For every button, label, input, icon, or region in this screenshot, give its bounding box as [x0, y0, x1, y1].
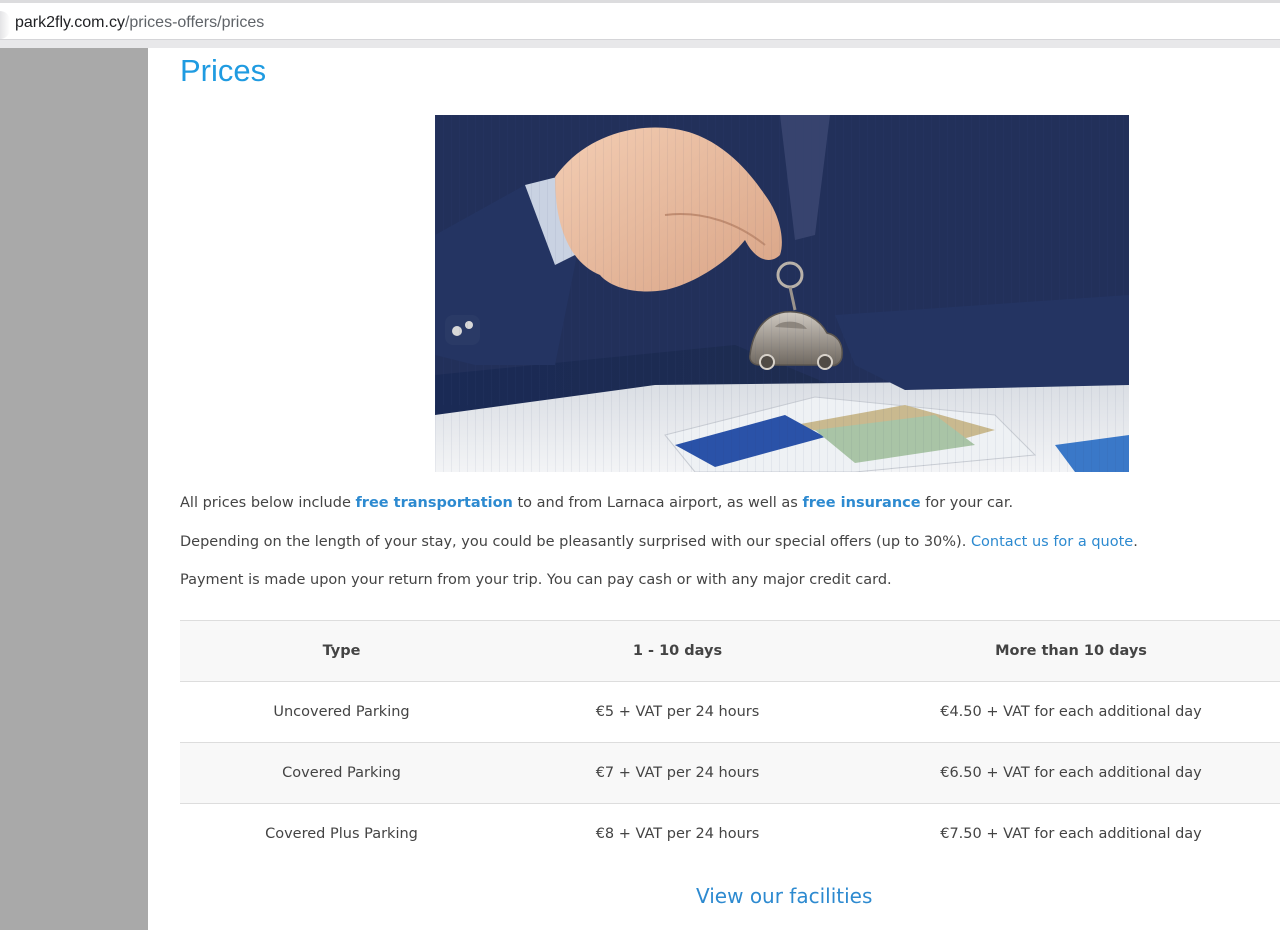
browser-toolbar-divider [0, 39, 1280, 48]
free-transportation-highlight: free transportation [355, 495, 513, 511]
intro-paragraph-transport: All prices below include free transporta… [180, 495, 1013, 511]
page-title: Prices [180, 53, 267, 88]
table-cell-type: Uncovered Parking [180, 681, 503, 743]
intro-paragraph-payment: Payment is made upon your return from yo… [180, 572, 892, 588]
intro-text: Depending on the length of your stay, yo… [180, 534, 971, 550]
main-content: Prices All prices below include free tra… [148, 48, 1280, 930]
prices-table: Type 1 - 10 days More than 10 days Uncov… [180, 620, 1280, 865]
column-header-type: Type [180, 620, 503, 682]
table-cell-long-price: €7.50 + VAT for each additional day [852, 803, 1280, 865]
table-cell-long-price: €4.50 + VAT for each additional day [852, 681, 1280, 743]
url-text[interactable]: park2fly.com.cy/prices-offers/prices [15, 14, 264, 32]
table-row: Uncovered Parking €5 + VAT per 24 hours … [180, 681, 1280, 743]
hero-illustration [435, 115, 1129, 472]
table-cell-type: Covered Parking [180, 742, 503, 804]
url-path: /prices-offers/prices [124, 14, 265, 31]
table-row: Covered Plus Parking €8 + VAT per 24 hou… [180, 803, 1280, 865]
intro-text: All prices below include [180, 495, 356, 511]
url-domain: park2fly.com.cy [15, 14, 125, 31]
hero-image-car-key [435, 115, 1129, 472]
table-cell-short-price: €5 + VAT per 24 hours [503, 681, 852, 743]
intro-text: to and from Larnaca airport, as well as [512, 495, 803, 511]
table-header-row: Type 1 - 10 days More than 10 days [180, 620, 1280, 682]
table-row: Covered Parking €7 + VAT per 24 hours €6… [180, 742, 1280, 804]
table-cell-long-price: €6.50 + VAT for each additional day [852, 742, 1280, 804]
table-cell-short-price: €8 + VAT per 24 hours [503, 803, 852, 865]
address-bar-left-edge [0, 11, 10, 39]
intro-text: for your car. [920, 495, 1014, 511]
column-header-more-than-10-days: More than 10 days [852, 620, 1280, 682]
free-insurance-highlight: free insurance [802, 495, 921, 511]
table-cell-type: Covered Plus Parking [180, 803, 503, 865]
table-cell-short-price: €7 + VAT per 24 hours [503, 742, 852, 804]
view-facilities-link[interactable]: View our facilities [696, 884, 872, 908]
column-header-1-10-days: 1 - 10 days [503, 620, 852, 682]
left-gutter [0, 48, 148, 930]
contact-quote-link[interactable]: Contact us for a quote [971, 534, 1133, 550]
intro-paragraph-offers: Depending on the length of your stay, yo… [180, 534, 1138, 550]
intro-text: . [1133, 534, 1138, 550]
